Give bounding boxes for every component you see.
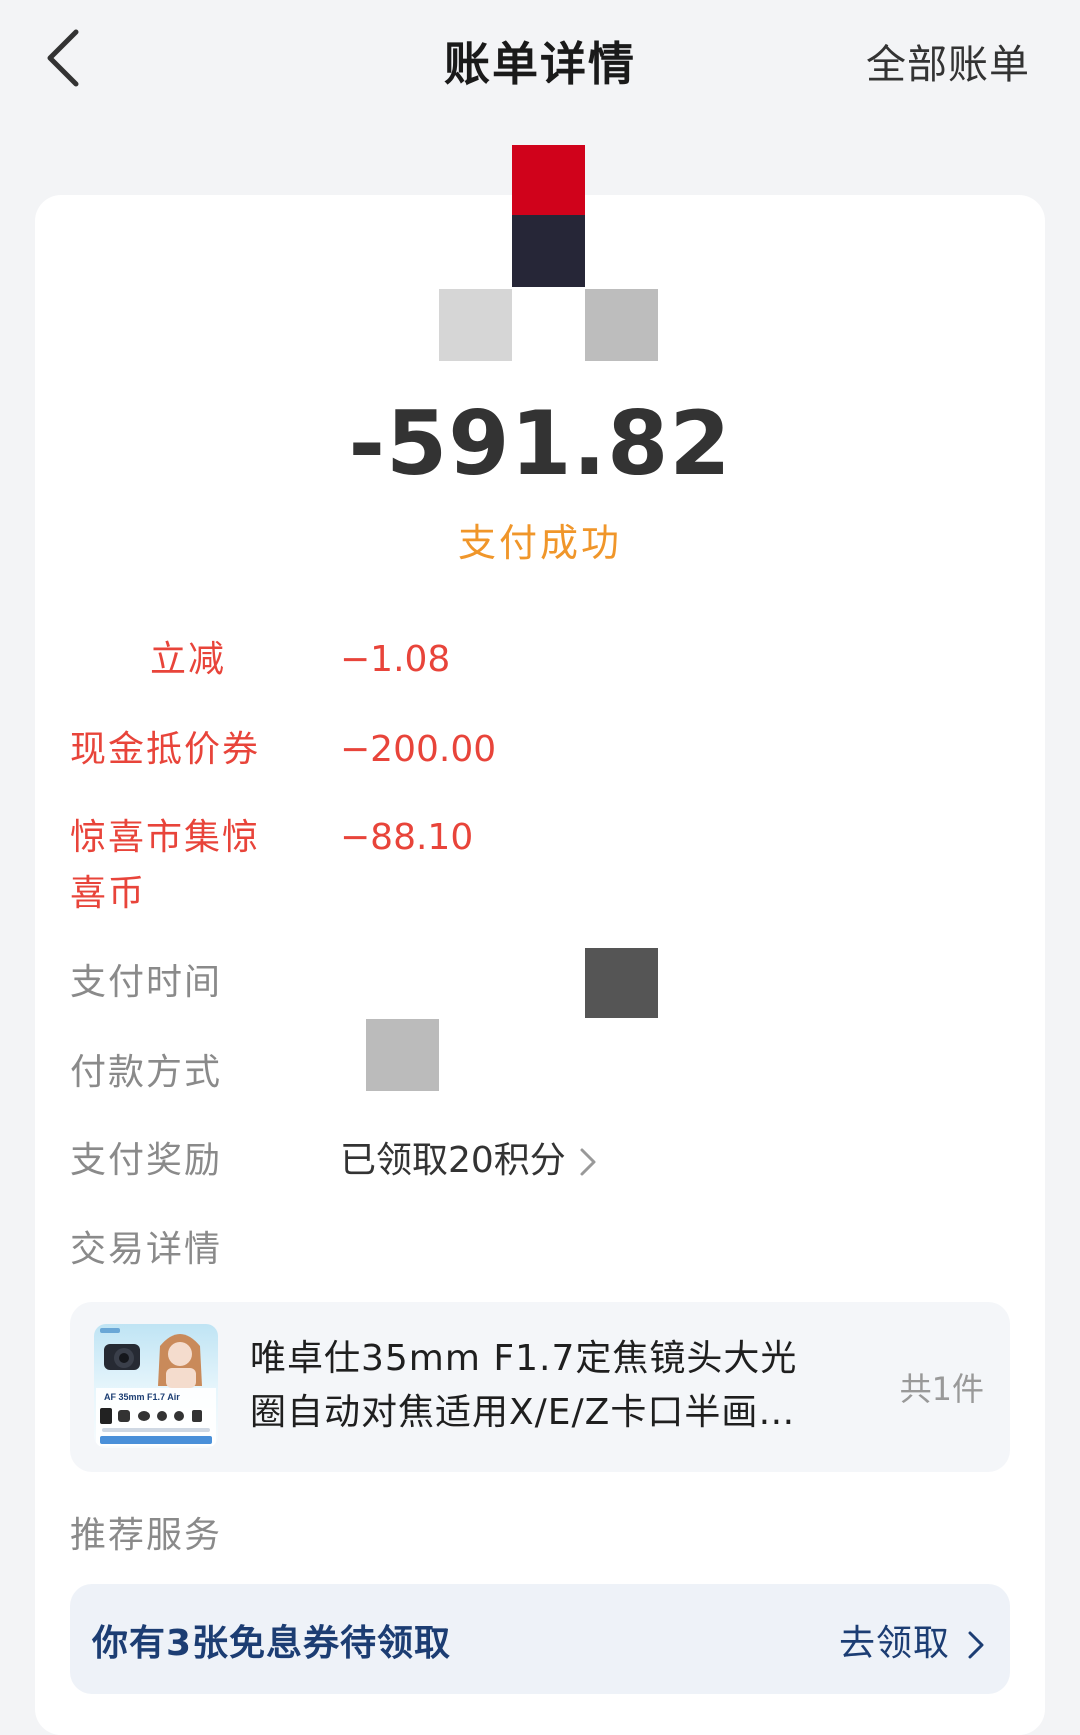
chevron-right-icon: [580, 1148, 596, 1176]
claim-label: 去领取: [838, 1623, 950, 1664]
all-bills-link[interactable]: 全部账单: [866, 32, 1030, 90]
chevron-right-icon: [968, 1631, 984, 1659]
navigation-bar: 账单详情 全部账单: [0, 0, 1080, 120]
detail-label: 交易详情: [70, 1229, 223, 1270]
detail-label: 现金抵价券: [70, 729, 261, 770]
product-image: AF 35mm F1.7 Air: [96, 1328, 216, 1446]
interest-free-coupon-banner[interactable]: 你有3张免息券待领取 去领取: [70, 1584, 1010, 1694]
detail-label: 支付时间: [70, 962, 223, 1003]
reward-text: 已领取20积分: [340, 1140, 566, 1181]
product-thumbnail: AF 35mm F1.7 Air: [94, 1324, 218, 1448]
thumb-caption: AF 35mm F1.7 Air: [104, 1392, 180, 1402]
claim-button[interactable]: 去领取: [839, 1614, 988, 1666]
payment-method-mosaic: [366, 1019, 439, 1091]
merchant-logo-mosaic: [436, 145, 661, 365]
detail-label: 立减: [150, 639, 227, 680]
promo-text: 你有3张免息券待领取: [92, 1623, 452, 1664]
detail-value: −88.10: [340, 817, 474, 858]
detail-label: 支付奖励: [70, 1140, 223, 1181]
recommend-section-title: 推荐服务: [70, 1515, 223, 1556]
detail-label: 惊喜市集惊喜币: [70, 817, 261, 914]
pay-time-mosaic: [585, 948, 658, 1018]
product-name: 唯卓仕35mm F1.7定焦镜头大光圈自动对焦适用X/E/Z卡口半画…: [250, 1338, 798, 1433]
detail-value: −1.08: [340, 639, 451, 680]
payment-status: 支付成功: [457, 521, 622, 565]
product-count: 共1件: [899, 1370, 984, 1408]
bill-amount: -591.82: [348, 392, 732, 495]
reward-link[interactable]: 已领取20积分: [340, 1133, 600, 1189]
product-item[interactable]: AF 35mm F1.7 Air 唯卓仕35mm F1.7定焦镜头大光圈自动对焦…: [70, 1302, 1010, 1472]
detail-label: 付款方式: [70, 1052, 223, 1093]
detail-value: −200.00: [340, 729, 497, 770]
